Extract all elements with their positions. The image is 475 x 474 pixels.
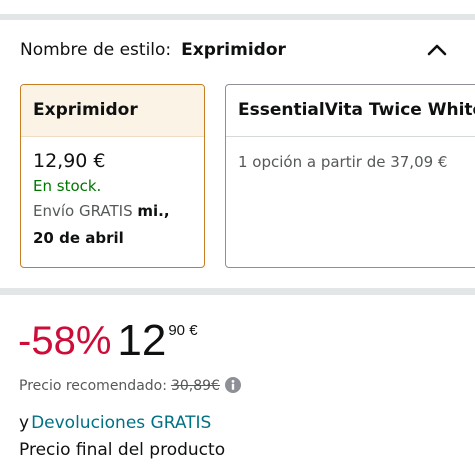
style-selected-value: Exprimidor — [181, 40, 286, 60]
price-block: -58% 12 90 € — [18, 318, 198, 368]
stock-status: En stock. — [33, 177, 102, 195]
returns-info: y Devoluciones GRATIS — [19, 413, 211, 433]
style-selector-header[interactable]: Nombre de estilo: Exprimidor — [0, 30, 475, 74]
shipping-prefix: Envío GRATIS — [33, 202, 133, 220]
returns-prefix: y — [19, 413, 30, 433]
section-divider-middle — [0, 288, 475, 295]
section-divider-top — [0, 14, 475, 20]
shipping-date: 20 de abril — [33, 229, 124, 247]
option-title: EssentialVita Twice White — [226, 85, 475, 137]
list-price-label: Precio recomendado: — [19, 378, 167, 394]
option-price: 12,90 € — [33, 150, 106, 172]
free-returns-link[interactable]: Devoluciones GRATIS — [31, 413, 211, 433]
style-option-essentialvita[interactable]: EssentialVita Twice White 1 opción a par… — [225, 84, 475, 268]
info-icon[interactable] — [224, 377, 241, 393]
shipping-info: Envío GRATIS mi., — [33, 197, 192, 225]
option-availability: 1 opción a partir de 37,09 € — [238, 153, 448, 171]
style-label-text: Nombre de estilo: — [20, 40, 172, 60]
style-selector-label: Nombre de estilo: Exprimidor — [20, 40, 286, 60]
final-price-note: Precio final del producto — [19, 440, 226, 460]
option-title: Exprimidor — [21, 85, 204, 137]
chevron-up-icon[interactable] — [424, 40, 450, 60]
list-price-value: 30,89€ — [170, 378, 220, 394]
discount-percentage: -58% — [18, 319, 112, 363]
list-price: Precio recomendado: 30,89€ — [19, 377, 241, 394]
price-fraction: 90 € — [168, 322, 198, 339]
shipping-day: mi., — [137, 202, 170, 220]
style-option-exprimidor[interactable]: Exprimidor 12,90 € En stock. Envío GRATI… — [20, 84, 205, 268]
price-whole: 12 — [117, 316, 167, 365]
